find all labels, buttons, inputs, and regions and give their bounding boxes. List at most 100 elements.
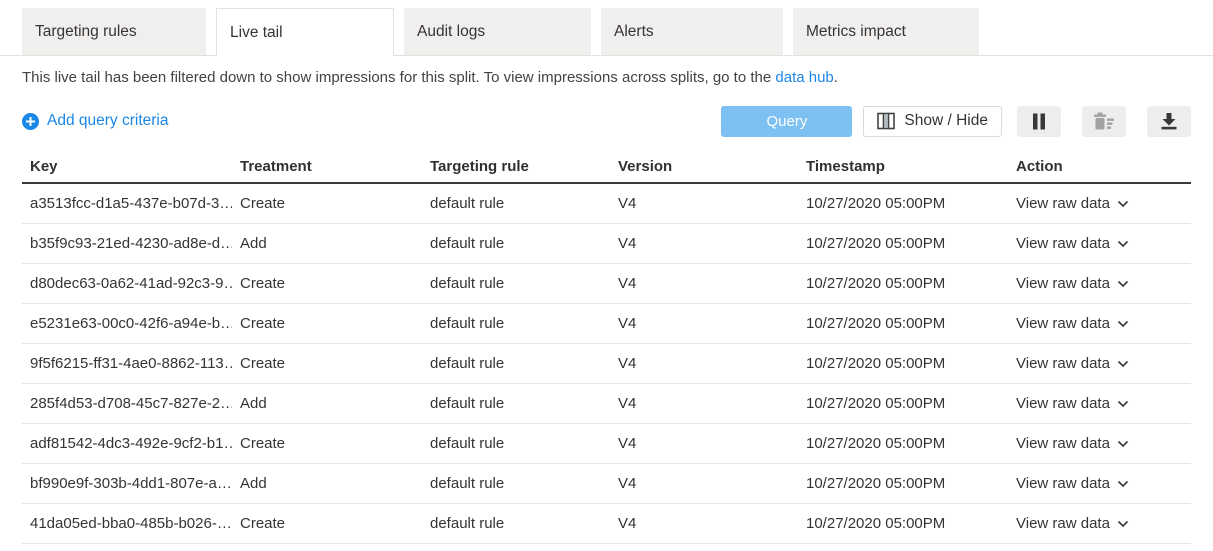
view-raw-data-button[interactable]: View raw data (1008, 395, 1191, 412)
view-raw-data-button[interactable]: View raw data (1008, 435, 1191, 452)
cell-treatment: Create (232, 195, 422, 212)
show-hide-columns-button[interactable]: Show / Hide (863, 106, 1002, 137)
cell-targeting-rule: default rule (422, 395, 610, 412)
tab-live-tail[interactable]: Live tail (216, 8, 394, 56)
cell-targeting-rule: default rule (422, 315, 610, 332)
view-raw-data-label: View raw data (1016, 475, 1110, 492)
chevron-down-icon (1117, 520, 1129, 528)
notice-suffix: . (834, 69, 838, 86)
impressions-table: Key Treatment Targeting rule Version Tim… (22, 151, 1191, 544)
add-query-criteria-button[interactable]: Add query criteria (22, 112, 168, 130)
show-hide-label: Show / Hide (904, 112, 988, 130)
cell-treatment: Add (232, 395, 422, 412)
table-row: d80dec63-0a62-41ad-92c3-9… Create defaul… (22, 264, 1191, 304)
cell-targeting-rule: default rule (422, 355, 610, 372)
download-icon (1160, 112, 1178, 130)
cell-timestamp: 10/27/2020 05:00PM (798, 235, 1008, 252)
column-header-timestamp: Timestamp (798, 158, 1008, 175)
table-header: Key Treatment Targeting rule Version Tim… (22, 151, 1191, 184)
table-row: a3513fcc-d1a5-437e-b07d-3… Create defaul… (22, 184, 1191, 224)
cell-version: V4 (610, 435, 798, 452)
trash-icon (1093, 112, 1115, 130)
view-raw-data-button[interactable]: View raw data (1008, 355, 1191, 372)
tab-alerts[interactable]: Alerts (601, 8, 783, 55)
view-raw-data-label: View raw data (1016, 435, 1110, 452)
table-row: bf990e9f-303b-4dd1-807e-a… Add default r… (22, 464, 1191, 504)
cell-targeting-rule: default rule (422, 475, 610, 492)
view-raw-data-button[interactable]: View raw data (1008, 195, 1191, 212)
chevron-down-icon (1117, 480, 1129, 488)
chevron-down-icon (1117, 240, 1129, 248)
cell-version: V4 (610, 395, 798, 412)
cell-key: bf990e9f-303b-4dd1-807e-a… (22, 475, 232, 492)
column-header-targeting-rule: Targeting rule (422, 158, 610, 175)
cell-version: V4 (610, 315, 798, 332)
cell-timestamp: 10/27/2020 05:00PM (798, 475, 1008, 492)
view-raw-data-label: View raw data (1016, 355, 1110, 372)
view-raw-data-label: View raw data (1016, 315, 1110, 332)
data-hub-link[interactable]: data hub (775, 69, 833, 86)
cell-timestamp: 10/27/2020 05:00PM (798, 275, 1008, 292)
cell-key: 41da05ed-bba0-485b-b026-… (22, 515, 232, 532)
table-row: 9f5f6215-ff31-4ae0-8862-113… Create defa… (22, 344, 1191, 384)
cell-key: e5231e63-00c0-42f6-a94e-b… (22, 315, 232, 332)
cell-targeting-rule: default rule (422, 515, 610, 532)
cell-key: b35f9c93-21ed-4230-ad8e-d… (22, 235, 232, 252)
column-header-action: Action (1008, 158, 1191, 175)
filter-notice: This live tail has been filtered down to… (22, 68, 1191, 88)
cell-timestamp: 10/27/2020 05:00PM (798, 395, 1008, 412)
tab-bar: Targeting rules Live tail Audit logs Ale… (0, 0, 1213, 56)
cell-timestamp: 10/27/2020 05:00PM (798, 315, 1008, 332)
cell-treatment: Add (232, 235, 422, 252)
cell-key: 285f4d53-d708-45c7-827e-2… (22, 395, 232, 412)
cell-key: adf81542-4dc3-492e-9cf2-b1… (22, 435, 232, 452)
cell-version: V4 (610, 275, 798, 292)
table-row: b35f9c93-21ed-4230-ad8e-d… Add default r… (22, 224, 1191, 264)
cell-version: V4 (610, 195, 798, 212)
chevron-down-icon (1117, 440, 1129, 448)
tab-audit-logs[interactable]: Audit logs (404, 8, 591, 55)
clear-log-button[interactable] (1082, 106, 1126, 137)
column-header-key: Key (22, 158, 232, 175)
view-raw-data-label: View raw data (1016, 235, 1110, 252)
cell-targeting-rule: default rule (422, 195, 610, 212)
view-raw-data-button[interactable]: View raw data (1008, 315, 1191, 332)
cell-key: d80dec63-0a62-41ad-92c3-9… (22, 275, 232, 292)
cell-timestamp: 10/27/2020 05:00PM (798, 355, 1008, 372)
cell-key: 9f5f6215-ff31-4ae0-8862-113… (22, 355, 232, 372)
table-row: 41da05ed-bba0-485b-b026-… Create default… (22, 504, 1191, 544)
table-row: e5231e63-00c0-42f6-a94e-b… Create defaul… (22, 304, 1191, 344)
cell-treatment: Create (232, 315, 422, 332)
table-row: adf81542-4dc3-492e-9cf2-b1… Create defau… (22, 424, 1191, 464)
download-button[interactable] (1147, 106, 1191, 137)
pause-button[interactable] (1017, 106, 1061, 137)
cell-targeting-rule: default rule (422, 435, 610, 452)
chevron-down-icon (1117, 400, 1129, 408)
view-raw-data-button[interactable]: View raw data (1008, 235, 1191, 252)
view-raw-data-button[interactable]: View raw data (1008, 475, 1191, 492)
table-body: a3513fcc-d1a5-437e-b07d-3… Create defaul… (22, 184, 1191, 544)
cell-treatment: Create (232, 275, 422, 292)
add-query-criteria-label: Add query criteria (47, 112, 168, 130)
cell-version: V4 (610, 235, 798, 252)
view-raw-data-button[interactable]: View raw data (1008, 275, 1191, 292)
cell-timestamp: 10/27/2020 05:00PM (798, 195, 1008, 212)
cell-version: V4 (610, 355, 798, 372)
view-raw-data-label: View raw data (1016, 275, 1110, 292)
tab-metrics-impact[interactable]: Metrics impact (793, 8, 979, 55)
column-header-version: Version (610, 158, 798, 175)
view-raw-data-button[interactable]: View raw data (1008, 515, 1191, 532)
chevron-down-icon (1117, 360, 1129, 368)
pause-icon (1031, 113, 1047, 130)
cell-timestamp: 10/27/2020 05:00PM (798, 435, 1008, 452)
chevron-down-icon (1117, 200, 1129, 208)
cell-treatment: Create (232, 355, 422, 372)
query-button[interactable]: Query (721, 106, 852, 137)
view-raw-data-label: View raw data (1016, 515, 1110, 532)
view-raw-data-label: View raw data (1016, 195, 1110, 212)
cell-version: V4 (610, 515, 798, 532)
live-tail-page: Targeting rules Live tail Audit logs Ale… (0, 0, 1213, 544)
tab-targeting-rules[interactable]: Targeting rules (22, 8, 206, 55)
cell-treatment: Create (232, 515, 422, 532)
cell-timestamp: 10/27/2020 05:00PM (798, 515, 1008, 532)
